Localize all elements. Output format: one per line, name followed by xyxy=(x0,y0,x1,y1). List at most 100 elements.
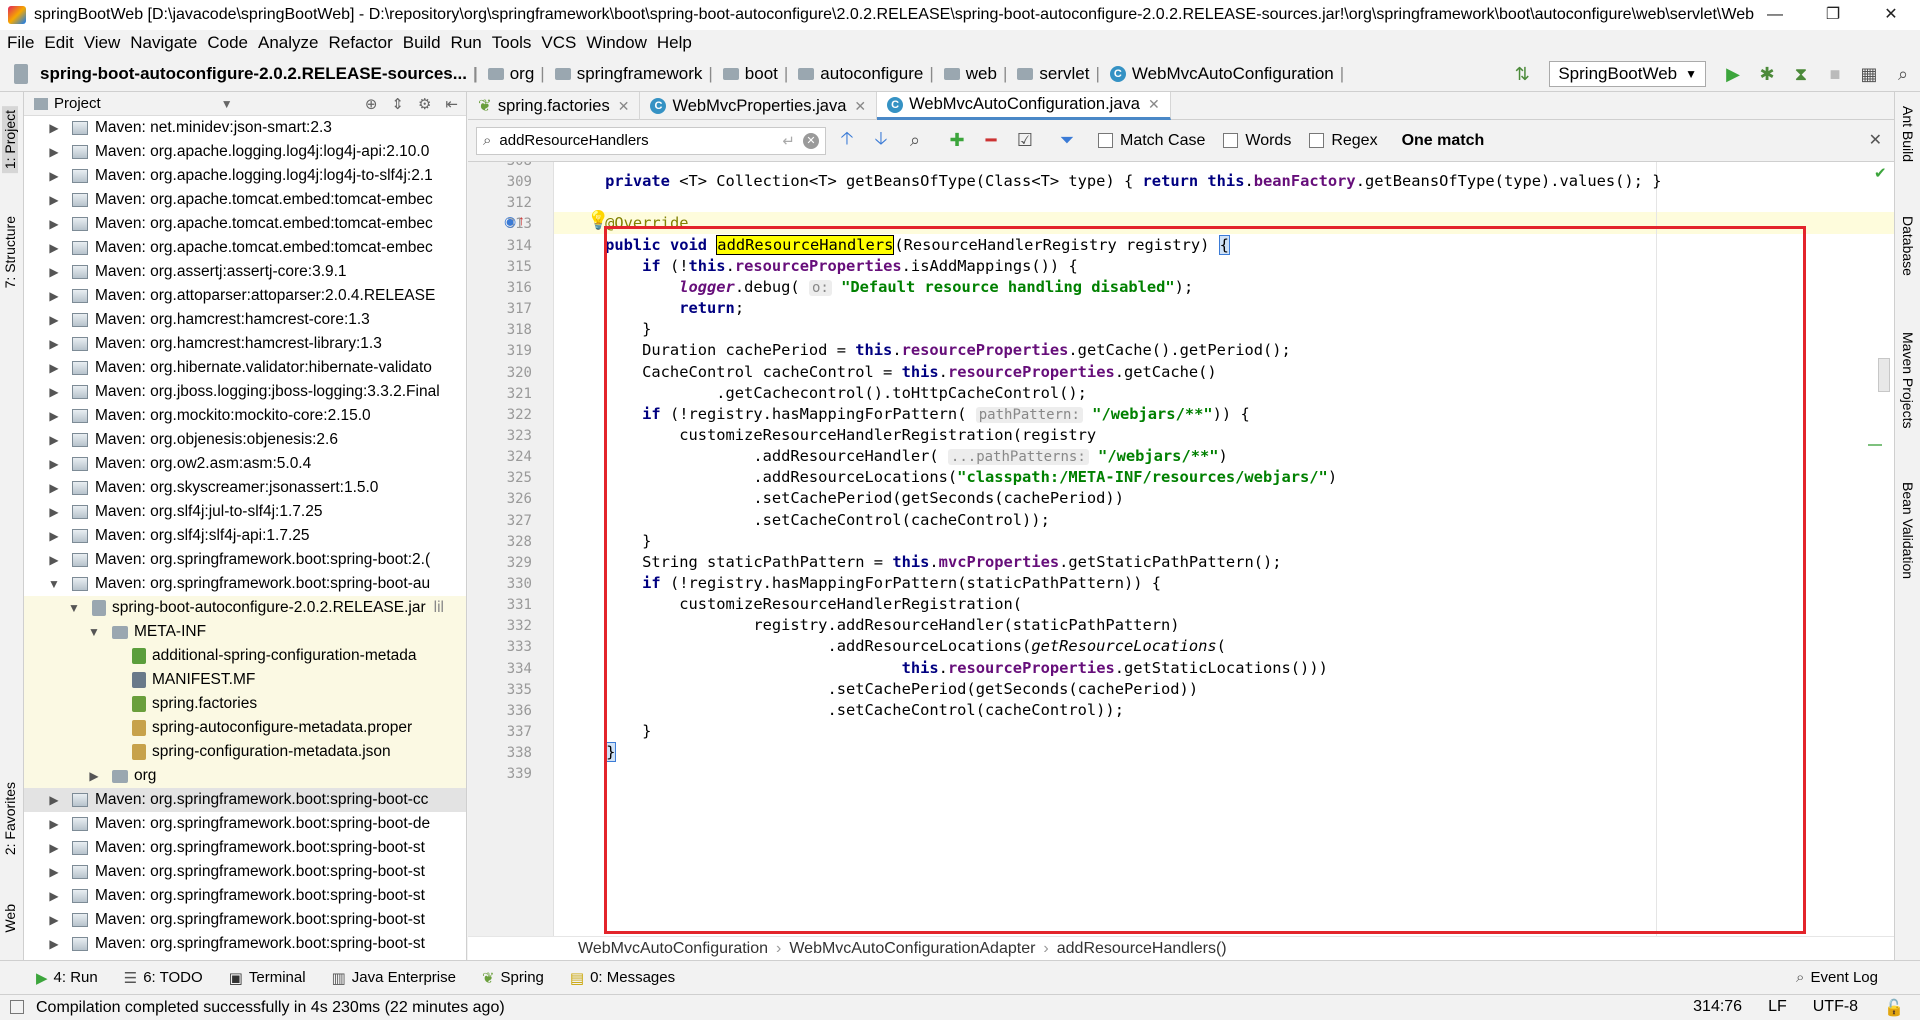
code-line[interactable]: } xyxy=(568,532,651,550)
chevron-right-icon[interactable]: ▶ xyxy=(46,289,62,303)
add-occurrence-icon[interactable]: ✚ xyxy=(944,128,970,154)
code-editor[interactable]: 3083093123133143153163173183193203213223… xyxy=(468,162,1894,936)
tree-item[interactable]: ▶ Maven: org.springframework.boot:spring-… xyxy=(24,788,466,812)
next-occurrence-icon[interactable]: 🡣 xyxy=(868,128,894,154)
tool-window-run[interactable]: ▶ 4: Run xyxy=(36,969,98,987)
tree-item[interactable]: ▶ Maven: org.slf4j:jul-to-slf4j:1.7.25 xyxy=(24,500,466,524)
select-all-occurrences-icon[interactable]: ☑ xyxy=(1012,128,1038,154)
code-line[interactable]: if (!registry.hasMappingForPattern(stati… xyxy=(568,574,1161,592)
tool-window-todo[interactable]: ☰ 6: TODO xyxy=(124,969,203,987)
tool-tab-project[interactable]: 1: Project xyxy=(2,106,18,174)
chevron-right-icon[interactable]: ▶ xyxy=(46,889,62,903)
close-button[interactable]: ✕ xyxy=(1862,0,1920,30)
tool-tab-web[interactable]: Web xyxy=(2,904,18,933)
chevron-right-icon[interactable]: ▶ xyxy=(46,865,62,879)
tree-item[interactable]: ▶ Maven: org.springframework.boot:spring-… xyxy=(24,908,466,932)
tree-item[interactable]: spring.factories xyxy=(24,692,466,716)
gear-icon[interactable]: ⚙ xyxy=(418,95,431,113)
code-line[interactable]: .setCacheControl(cacheControl)); xyxy=(568,701,1124,719)
chevron-right-icon[interactable]: ▶ xyxy=(46,937,62,951)
chevron-down-icon[interactable]: ▼ xyxy=(221,97,233,111)
tree-item[interactable]: ▶ Maven: org.springframework.boot:spring-… xyxy=(24,836,466,860)
coverage-icon[interactable]: ⧗ xyxy=(1787,60,1815,88)
tree-item[interactable]: ▶ Maven: org.attoparser:attoparser:2.0.4.… xyxy=(24,284,466,308)
locate-icon[interactable]: ⊕ xyxy=(365,95,378,113)
code-line[interactable]: .addResourceLocations(getResourceLocatio… xyxy=(568,637,1225,655)
crumb-org[interactable]: org | xyxy=(487,64,551,84)
clear-search-icon[interactable]: ✕ xyxy=(803,132,819,149)
tree-item[interactable]: ▶ Maven: org.hamcrest:hamcrest-core:1.3 xyxy=(24,308,466,332)
code-line[interactable]: } xyxy=(568,722,651,740)
tree-item[interactable]: ▼ Maven: org.springframework.boot:spring-… xyxy=(24,572,466,596)
code-line[interactable]: customizeResourceHandlerRegistration( xyxy=(568,595,1022,613)
tool-tab-structure[interactable]: 7: Structure xyxy=(2,216,18,288)
chevron-right-icon[interactable]: ▶ xyxy=(46,841,62,855)
chevron-right-icon[interactable]: ▶ xyxy=(46,265,62,279)
chevron-right-icon[interactable]: ▶ xyxy=(46,505,62,519)
code-line[interactable]: .addResourceHandler( ...pathPatterns: "/… xyxy=(568,447,1228,466)
tree-item[interactable]: ▶ Maven: org.apache.tomcat.embed:tomcat-e… xyxy=(24,236,466,260)
chevron-down-icon[interactable]: ▼ xyxy=(86,625,102,639)
filter-icon[interactable]: ⏷ xyxy=(1054,128,1080,154)
tree-item[interactable]: ▶ Maven: org.springframework.boot:spring-… xyxy=(24,548,466,572)
status-message[interactable]: Compilation completed successfully in 4s… xyxy=(36,999,505,1017)
remove-occurrence-icon[interactable]: ━ xyxy=(978,128,1004,154)
tree-item[interactable]: spring-autoconfigure-metadata.proper xyxy=(24,716,466,740)
chevron-down-icon[interactable]: ▼ xyxy=(46,577,62,591)
event-log-button[interactable]: ⌕ Event Log xyxy=(1796,969,1878,986)
close-find-bar-icon[interactable]: ✕ xyxy=(1869,130,1882,150)
tree-item[interactable]: ▶ Maven: org.hibernate.validator:hibernat… xyxy=(24,356,466,380)
stop-icon[interactable]: ■ xyxy=(1821,60,1849,88)
chevron-right-icon[interactable]: ▶ xyxy=(46,553,62,567)
chevron-right-icon[interactable]: ▶ xyxy=(46,193,62,207)
match-case-checkbox[interactable]: Match Case xyxy=(1098,132,1205,150)
menu-window[interactable]: Window xyxy=(586,33,646,53)
lightbulb-icon[interactable]: 💡 xyxy=(587,210,609,231)
tree-item[interactable]: ▶ Maven: org.apache.logging.log4j:log4j-t… xyxy=(24,164,466,188)
code-line[interactable]: public void addResourceHandlers(Resource… xyxy=(568,234,1230,255)
close-tab-icon[interactable]: ✕ xyxy=(1148,96,1160,113)
code-line[interactable]: logger.debug( o: "Default resource handl… xyxy=(568,278,1193,296)
code-line[interactable]: this.resourceProperties.getStaticLocatio… xyxy=(568,659,1328,677)
chevron-right-icon[interactable]: ▶ xyxy=(46,385,62,399)
tool-tab-bean-validation[interactable]: Bean Validation xyxy=(1900,482,1916,579)
code-line[interactable]: .setCachePeriod(getSeconds(cachePeriod)) xyxy=(568,489,1124,507)
find-all-icon[interactable]: ⌕ xyxy=(902,128,928,154)
tree-item[interactable]: ▼ META-INF xyxy=(24,620,466,644)
tree-item[interactable]: ▶ Maven: org.springframework.boot:spring-… xyxy=(24,860,466,884)
menu-help[interactable]: Help xyxy=(657,33,692,53)
chevron-right-icon[interactable]: ▶ xyxy=(46,361,62,375)
project-structure-icon[interactable]: ▦ xyxy=(1855,60,1883,88)
breadcrumb-inner-class[interactable]: WebMvcAutoConfigurationAdapter xyxy=(789,940,1035,958)
menu-vcs[interactable]: VCS xyxy=(541,33,576,53)
chevron-right-icon[interactable]: ▶ xyxy=(46,529,62,543)
chevron-right-icon[interactable]: ▶ xyxy=(46,409,62,423)
regex-checkbox[interactable]: Regex xyxy=(1309,132,1378,150)
code-line[interactable]: CacheControl cacheControl = this.resourc… xyxy=(568,363,1217,381)
line-separator[interactable]: LF xyxy=(1768,998,1787,1018)
tool-tab-maven-projects[interactable]: Maven Projects xyxy=(1900,332,1916,428)
code-line[interactable]: private <T> Collection<T> getBeansOfType… xyxy=(568,172,1661,190)
code-line[interactable]: .setCachePeriod(getSeconds(cachePeriod)) xyxy=(568,680,1198,698)
chevron-right-icon[interactable]: ▶ xyxy=(46,481,62,495)
tree-item[interactable]: MANIFEST.MF xyxy=(24,668,466,692)
breadcrumb-method[interactable]: addResourceHandlers() xyxy=(1057,940,1227,958)
code-line[interactable]: } xyxy=(568,742,617,763)
lock-icon[interactable]: 🔓 xyxy=(1884,998,1904,1018)
tool-window-messages[interactable]: ▤ 0: Messages xyxy=(570,969,675,987)
project-view-selector[interactable]: Project xyxy=(54,95,101,112)
crumb-servlet[interactable]: servlet | xyxy=(1017,64,1106,84)
tree-item[interactable]: ▶ Maven: org.springframework.boot:spring-… xyxy=(24,932,466,956)
code-line[interactable]: registry.addResourceHandler(staticPathPa… xyxy=(568,616,1179,634)
code-line[interactable]: if (!this.resourceProperties.isAddMappin… xyxy=(568,257,1078,275)
tool-tab-favorites[interactable]: 2: Favorites xyxy=(2,782,18,855)
tree-item[interactable]: ▶ Maven: org.jboss.logging:jboss-logging:… xyxy=(24,380,466,404)
code-line[interactable]: .addResourceLocations("classpath:/META-I… xyxy=(568,468,1337,486)
crumb-class[interactable]: C WebMvcAutoConfiguration | xyxy=(1109,64,1350,84)
hide-icon[interactable]: ⇤ xyxy=(445,95,458,113)
close-tab-icon[interactable]: ✕ xyxy=(618,98,630,115)
crumb-jar[interactable]: spring-boot-autoconfigure-2.0.2.RELEASE-… xyxy=(40,64,484,84)
tree-item[interactable]: ▶ Maven: org.mockito:mockito-core:2.15.0 xyxy=(24,404,466,428)
crumb-autoconfigure[interactable]: autoconfigure | xyxy=(798,64,939,84)
code-line[interactable]: if (!registry.hasMappingForPattern( path… xyxy=(568,405,1250,423)
